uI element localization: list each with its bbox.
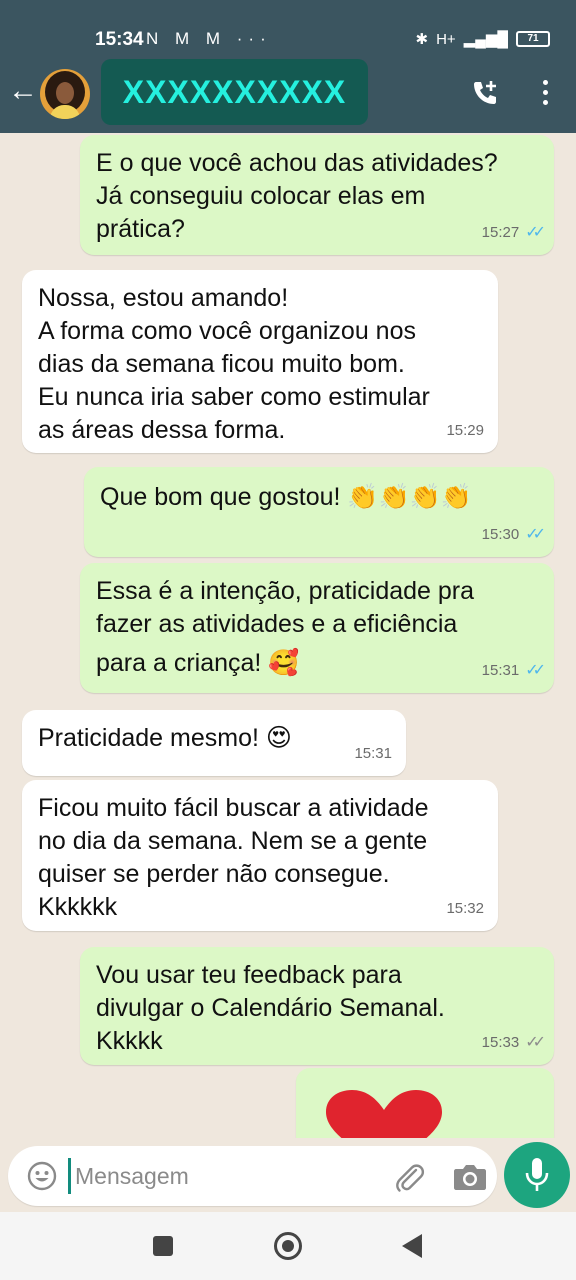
message-text: Nossa, estou amando! [38,284,289,312]
message-text: dias da semana ficou muito bom. [38,350,405,378]
message-bubble-incoming[interactable]: Ficou muito fácil buscar a atividade no … [22,780,498,931]
mic-icon [525,1158,549,1191]
message-bubble-incoming[interactable]: Praticidade mesmo! 😍 15:31 [22,710,406,776]
message-text: Kkkkkk [38,893,118,921]
message-bubble-outgoing[interactable]: E o que você achou das atividades? Já co… [80,135,554,255]
message-text: Eu nunca iria saber como estimular [38,383,430,411]
message-meta: 15:29 [446,414,484,447]
message-text: Praticidade mesmo! 😍 [38,724,292,752]
message-time: 15:27 [481,224,520,241]
camera-icon[interactable] [452,1160,488,1194]
contact-name: XXXXXXXXXX [122,74,347,110]
message-time: 15:31 [481,662,520,679]
delivered-ticks-icon: ✓✓ [525,1034,546,1051]
message-time: 15:30 [481,526,520,543]
home-icon[interactable] [274,1232,302,1260]
message-input-bar [0,1138,576,1212]
read-ticks-icon: ✓✓ [525,526,546,543]
chat-area[interactable]: E o que você achou das atividades? Já co… [0,133,576,1138]
avatar[interactable] [40,69,90,119]
notification-icons: N M M ··· [146,29,272,48]
message-text: as áreas dessa forma. [38,416,286,444]
message-meta: 15:31 ✓✓ [481,654,546,687]
chat-header: ← XXXXXXXXXX [0,58,576,133]
message-text: E o que você achou das atividades? [96,149,498,177]
message-text: Kkkkk [96,1027,163,1055]
message-text: Essa é a intenção, praticidade pra [96,577,475,605]
read-ticks-icon: ✓✓ [525,662,546,679]
bluetooth-icon: ✱ [415,31,429,48]
message-bubble-outgoing[interactable]: Que bom que gostou! 👏👏👏👏 15:30 ✓✓ [84,467,554,557]
read-ticks-icon: ✓✓ [525,224,546,241]
battery-icon: 71 [516,31,550,47]
signal-icon: ▂▄▆█ [463,31,508,48]
message-meta: 15:31 [354,737,392,770]
paperclip-icon[interactable] [392,1160,426,1194]
message-bubble-incoming[interactable]: Nossa, estou amando! A forma como você o… [22,270,498,453]
contact-name-box[interactable]: XXXXXXXXXX [101,59,368,125]
message-meta: 15:32 [446,892,484,925]
top-bar: 15:34 N M M ··· ✱ H+ ▂▄▆█ 71 ← XXXXXXXXX… [0,0,576,133]
message-text: fazer as atividades e a eficiência [96,610,458,638]
message-text: Já conseguiu colocar elas em [96,182,426,210]
message-meta: 15:30 ✓✓ [481,518,546,551]
message-bubble-outgoing[interactable]: Vou usar teu feedback para divulgar o Ca… [80,947,554,1065]
message-time: 15:33 [481,1034,520,1051]
more-vert-icon[interactable] [536,80,554,108]
mic-button[interactable] [504,1142,570,1208]
message-input[interactable] [68,1158,378,1194]
back-triangle-icon[interactable] [402,1234,422,1258]
message-meta: 15:27 ✓✓ [481,216,546,249]
message-time: 15:29 [446,422,484,439]
message-text: divulgar o Calendário Semanal. [96,994,445,1022]
message-text: para a criança! 🥰 [96,649,300,677]
network-label: H+ [436,30,456,48]
message-bubble-outgoing[interactable]: Essa é a intenção, praticidade pra fazer… [80,563,554,693]
message-time: 15:31 [354,745,392,762]
recent-apps-icon[interactable] [153,1236,173,1256]
message-bubble-outgoing[interactable] [296,1068,554,1138]
status-time: 15:34 [95,29,144,50]
message-text: Que bom que gostou! 👏👏👏👏 [100,483,472,511]
message-meta: 15:33 ✓✓ [481,1026,546,1059]
system-nav-bar [0,1212,576,1280]
message-text: prática? [96,215,185,243]
message-text: Ficou muito fácil buscar a atividade [38,794,429,822]
message-text: quiser se perder não consegue. [38,860,390,888]
message-text: no dia da semana. Nem se a gente [38,827,428,855]
message-field[interactable] [8,1146,497,1206]
message-time: 15:32 [446,900,484,917]
message-text: Vou usar teu feedback para [96,961,402,989]
avatar-face [56,82,74,104]
add-call-icon[interactable] [470,78,500,108]
emoji-icon[interactable] [26,1160,58,1192]
heart-icon [326,1090,442,1138]
arrow-left-icon[interactable]: ← [8,74,38,108]
message-text: A forma como você organizou nos [38,317,416,345]
system-icons: ✱ H+ ▂▄▆█ 71 [415,30,550,48]
status-bar: 15:34 N M M ··· ✱ H+ ▂▄▆█ 71 [0,0,576,58]
